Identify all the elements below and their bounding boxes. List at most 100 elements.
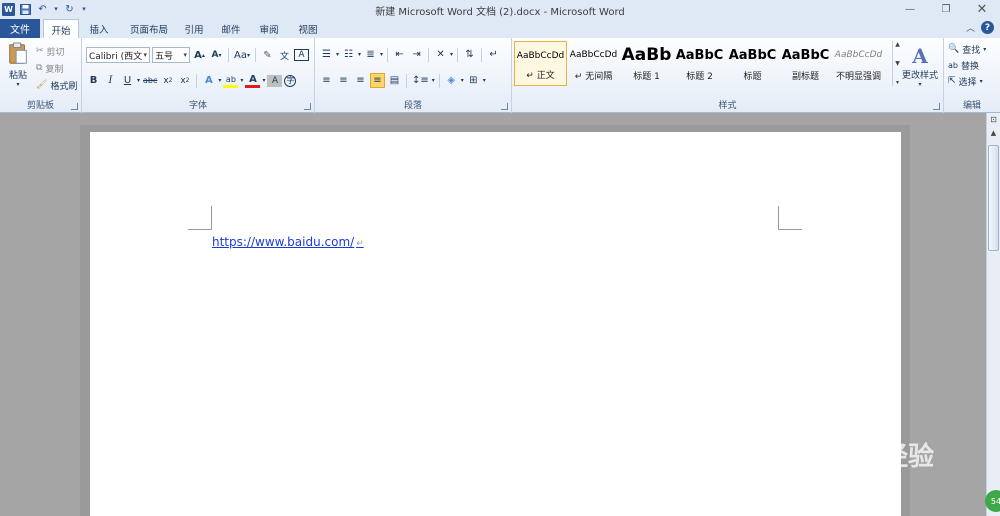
paste-button[interactable]: 粘贴 ▾ <box>4 42 32 88</box>
grow-font-icon[interactable]: A ▴ <box>192 48 207 63</box>
increase-indent-icon[interactable]: ⇥ <box>409 47 424 62</box>
align-left-icon[interactable]: ≡ <box>319 73 334 88</box>
scroll-thumb[interactable] <box>988 145 999 251</box>
shading-icon[interactable]: ◈ <box>444 73 459 88</box>
change-case-button[interactable]: Aa ▾ <box>233 48 251 63</box>
multilevel-dropdown-icon[interactable]: ▾ <box>380 51 383 58</box>
tab-mailings[interactable]: 邮件 <box>217 19 245 38</box>
separator <box>254 48 256 62</box>
vertical-scrollbar[interactable]: ⊡ ▲ <box>986 113 1000 516</box>
sort-icon[interactable]: ⇅ <box>462 47 477 62</box>
window-title: 新建 Microsoft Word 文档 (2).docx - Microsof… <box>375 7 625 18</box>
style-no-spacing[interactable]: AaBbCcDd ↵ 无间隔 <box>567 41 620 86</box>
style-subtle-emphasis[interactable]: AaBbCcDd 不明显强调 <box>832 41 885 86</box>
font-size-combo[interactable]: 五号 ▾ <box>152 47 190 63</box>
cut-button[interactable]: ✂ 剪切 <box>36 44 65 58</box>
scroll-up-icon[interactable]: ▲ <box>987 126 1000 139</box>
highlight-dropdown-icon[interactable]: ▾ <box>240 77 243 84</box>
select-button[interactable]: ⇱ 选择 ▾ <box>948 74 983 88</box>
replace-label: 替换 <box>960 61 979 72</box>
redo-icon[interactable]: ↻ <box>63 3 76 16</box>
tab-review[interactable]: 审阅 <box>255 19 283 38</box>
line-spacing-icon[interactable]: ↕≡ <box>411 73 430 88</box>
clipboard-launcher-icon[interactable] <box>71 103 78 110</box>
change-styles-button[interactable]: A 更改样式 ▾ <box>898 42 942 90</box>
style-name: 标题 1 <box>633 72 660 82</box>
format-painter-button[interactable]: 🖌 格式刷 <box>36 78 77 92</box>
style-sample: AaBbC <box>781 47 830 63</box>
char-border-icon[interactable]: A <box>293 49 309 61</box>
line-spacing-dropdown-icon[interactable]: ▾ <box>432 77 435 84</box>
shading-dropdown-icon[interactable]: ▾ <box>461 77 464 84</box>
style-heading-1[interactable]: AaBb 标题 1 <box>620 41 673 86</box>
hyperlink-text[interactable]: https://www.baidu.com/ <box>212 235 354 249</box>
tab-references[interactable]: 引用 <box>180 19 208 38</box>
chinese-layout-icon[interactable]: ✕ <box>433 47 448 62</box>
group-editing: 🔍 查找 ▾ ab 替换 ⇱ 选择 ▾ 编辑 <box>944 38 1000 113</box>
word-logo-icon[interactable]: W <box>2 2 15 16</box>
decrease-indent-icon[interactable]: ⇤ <box>392 47 407 62</box>
bullets-icon[interactable]: ☰ <box>319 47 334 62</box>
italic-icon[interactable]: I <box>103 73 118 88</box>
undo-dropdown-icon[interactable]: ▾ <box>53 3 59 16</box>
minimize-icon[interactable]: — <box>892 0 928 18</box>
tab-view[interactable]: 视图 <box>294 19 322 38</box>
char-shading-icon[interactable]: A <box>267 74 283 87</box>
find-label: 查找 <box>962 45 981 56</box>
font-color-icon[interactable]: A <box>245 73 261 88</box>
copy-button[interactable]: ⧉ 复制 <box>36 61 63 75</box>
tab-file[interactable]: 文件 <box>0 19 40 38</box>
chinese-layout-dropdown-icon[interactable]: ▾ <box>450 51 453 58</box>
tab-insert[interactable]: 插入 <box>84 19 114 38</box>
align-right-icon[interactable]: ≡ <box>353 73 368 88</box>
document-page[interactable]: https://www.baidu.com/↵ <box>90 132 901 516</box>
bold-icon[interactable]: B <box>86 73 101 88</box>
close-icon[interactable]: ✕ <box>964 0 1000 18</box>
phonetic-guide-icon[interactable]: 文 <box>277 48 292 63</box>
save-icon[interactable] <box>19 3 32 16</box>
bullets-dropdown-icon[interactable]: ▾ <box>336 51 339 58</box>
undo-icon[interactable]: ↶ <box>36 3 49 16</box>
align-center-icon[interactable]: ≡ <box>336 73 351 88</box>
subscript-icon[interactable]: x2 <box>160 73 175 88</box>
shrink-font-icon[interactable]: A ▾ <box>209 48 224 63</box>
style-name: ↵ 无间隔 <box>574 72 613 82</box>
justify-icon[interactable]: ≡ <box>370 73 385 88</box>
style-heading-2[interactable]: AaBbC 标题 2 <box>673 41 726 86</box>
paragraph-launcher-icon[interactable] <box>501 103 508 110</box>
show-marks-icon[interactable]: ↵ <box>486 47 501 62</box>
font-name-combo[interactable]: Calibri (西文 ▾ <box>86 47 150 63</box>
restore-icon[interactable]: ❐ <box>928 0 964 18</box>
text-effects-icon[interactable]: A <box>201 73 216 88</box>
borders-icon[interactable]: ⊞ <box>466 73 481 88</box>
tab-home[interactable]: 开始 <box>43 19 79 39</box>
numbering-dropdown-icon[interactable]: ▾ <box>358 51 361 58</box>
highlight-icon[interactable]: ab <box>223 73 239 88</box>
font-color-dropdown-icon[interactable]: ▾ <box>262 77 265 84</box>
minimize-ribbon-icon[interactable]: ︿ <box>966 21 975 34</box>
find-button[interactable]: 🔍 查找 ▾ <box>948 42 986 56</box>
numbering-icon[interactable]: ☷ <box>341 47 356 62</box>
strikethrough-icon[interactable]: abc <box>142 73 158 88</box>
style-title[interactable]: AaBbC 标题 <box>726 41 779 86</box>
hyperlink[interactable]: https://www.baidu.com/↵ <box>212 235 364 249</box>
style-normal[interactable]: AaBbCcDd ↵ 正文 <box>514 41 567 86</box>
font-launcher-icon[interactable] <box>304 103 311 110</box>
distributed-icon[interactable]: ▤ <box>387 73 402 88</box>
corner-badge[interactable]: 54 <box>985 490 1000 512</box>
multilevel-list-icon[interactable]: ≣ <box>363 47 378 62</box>
tab-page-layout[interactable]: 页面布局 <box>124 19 174 38</box>
superscript-icon[interactable]: x2 <box>177 73 192 88</box>
help-icon[interactable]: ? <box>981 21 994 34</box>
enclose-char-icon[interactable]: 字 <box>284 74 297 87</box>
underline-dropdown-icon[interactable]: ▾ <box>137 77 140 84</box>
replace-button[interactable]: ab 替换 <box>948 58 979 72</box>
text-effects-dropdown-icon[interactable]: ▾ <box>218 77 221 84</box>
style-subtitle[interactable]: AaBbC 副标题 <box>779 41 832 86</box>
styles-launcher-icon[interactable] <box>933 103 940 110</box>
ruler-toggle-icon[interactable]: ⊡ <box>987 113 1000 126</box>
clear-formatting-icon[interactable]: ✎ <box>260 48 275 63</box>
customize-qat-icon[interactable]: ▾ <box>80 3 88 16</box>
borders-dropdown-icon[interactable]: ▾ <box>483 77 486 84</box>
underline-icon[interactable]: U <box>120 73 135 88</box>
